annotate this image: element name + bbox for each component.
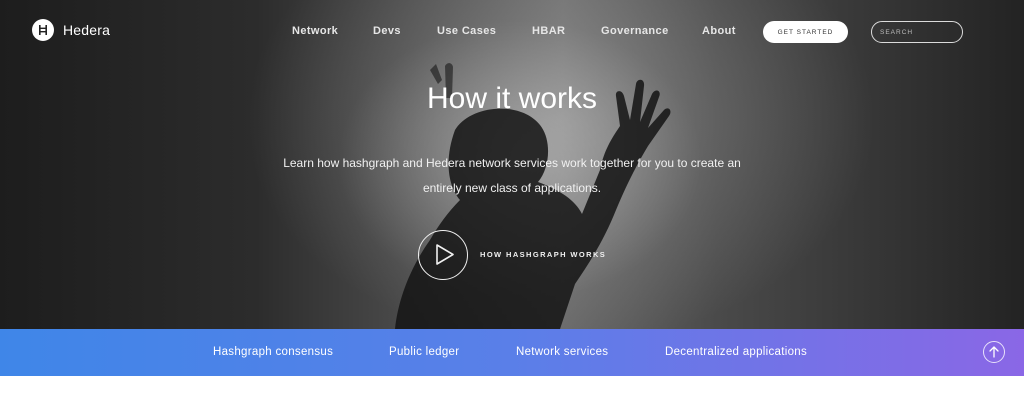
play-icon [436, 244, 454, 265]
nav-item-use-cases[interactable]: Use Cases [437, 25, 496, 37]
brand-name: Hedera [63, 22, 111, 38]
nav-item-devs[interactable]: Devs [373, 25, 401, 37]
nav-item-about[interactable]: About [702, 25, 736, 37]
subnav-item-decentralized-applications[interactable]: Decentralized applications [665, 346, 807, 358]
hero-subtitle-line-1: Learn how hashgraph and Hedera network s… [283, 156, 741, 170]
video-link-label[interactable]: HOW HASHGRAPH WORKS [480, 250, 606, 259]
hedera-logo-icon [32, 19, 54, 41]
nav-item-network[interactable]: Network [292, 25, 338, 37]
hero-subtitle: Learn how hashgraph and Hedera network s… [262, 151, 762, 201]
nav-item-governance[interactable]: Governance [601, 25, 669, 37]
hero-subtitle-line-2: entirely new class of applications. [422, 181, 602, 195]
scroll-to-top-button[interactable] [983, 341, 1005, 363]
search-input[interactable] [871, 21, 963, 43]
get-started-button[interactable]: GET STARTED [763, 21, 848, 43]
subnav-item-hashgraph-consensus[interactable]: Hashgraph consensus [213, 346, 333, 358]
arrow-up-icon [989, 346, 999, 358]
page-title: How it works [426, 82, 598, 115]
play-video-button[interactable] [418, 230, 468, 280]
nav-item-hbar[interactable]: HBAR [532, 25, 565, 37]
section-subnav: Hashgraph consensus Public ledger Networ… [0, 329, 1024, 376]
subnav-item-network-services[interactable]: Network services [516, 346, 608, 358]
brand-logo[interactable]: Hedera [32, 19, 110, 41]
subnav-item-public-ledger[interactable]: Public ledger [389, 346, 459, 358]
top-navigation: Hedera Network Devs Use Cases HBAR Gover… [0, 0, 1024, 62]
